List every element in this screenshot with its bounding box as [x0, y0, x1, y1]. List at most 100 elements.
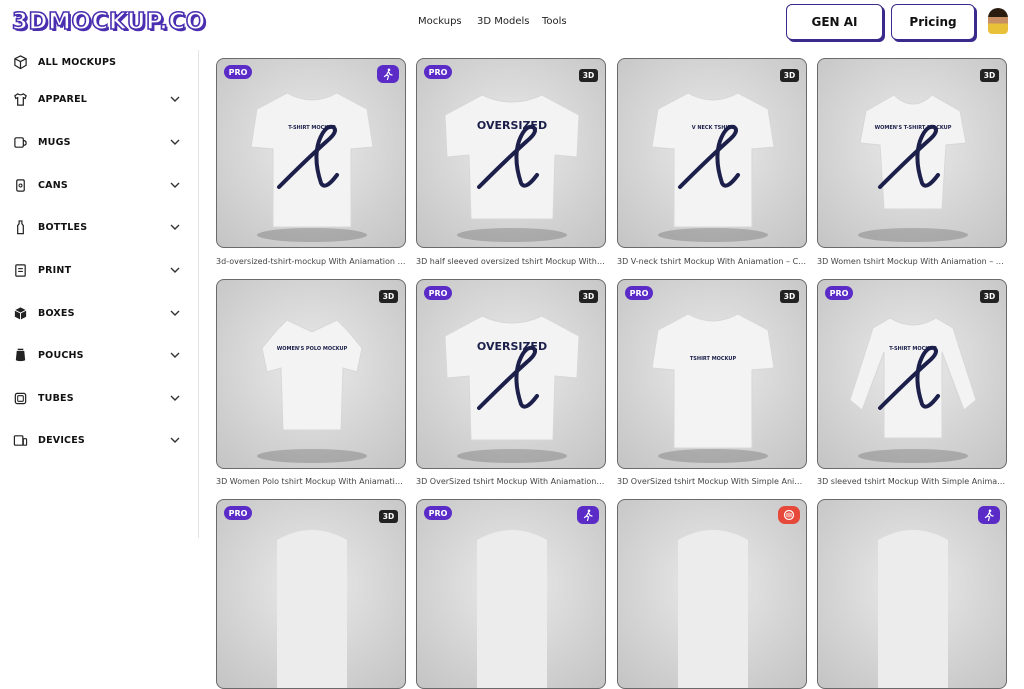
logo[interactable]: 3DMOCKUP.CO [11, 8, 206, 36]
print-icon [12, 262, 28, 278]
3d-badge: 3D [980, 69, 999, 82]
box-icon [12, 305, 28, 321]
mockup-card[interactable]: WOMEN'S T-SHIRT MOCKUP 3D [817, 58, 1007, 248]
tshirt-image [277, 530, 347, 688]
mockup-caption[interactable]: 3D OverSized tshirt Mockup With Simple A… [617, 477, 807, 486]
mockup-caption[interactable]: 3D half sleeved oversized tshirt Mockup … [416, 257, 606, 266]
cube-icon [12, 54, 28, 70]
3d-badge: 3D [579, 290, 598, 303]
mockup-card[interactable]: PRO 3D [216, 499, 406, 689]
tshirt-image [444, 315, 580, 463]
sidebar-item-label: BOTTLES [38, 221, 88, 233]
3d-badge: 3D [780, 290, 799, 303]
pro-badge: PRO [224, 65, 252, 79]
sidebar-item-label: DEVICES [38, 434, 85, 446]
walking-icon [978, 506, 1000, 524]
chevron-down-icon [170, 395, 180, 401]
3d-badge: 3D [579, 69, 598, 82]
sidebar-item-label: ALL MOCKUPS [38, 56, 117, 68]
mockup-caption[interactable]: 3D Women Polo tshirt Mockup With Aniamat… [216, 477, 406, 486]
3d-badge: 3D [379, 510, 398, 523]
chevron-down-icon [170, 267, 180, 273]
shirt-print-text: TSHIRT MOCKUP [689, 356, 737, 362]
chevron-down-icon [170, 310, 180, 316]
sidebar-item-label: CANS [38, 179, 68, 191]
3d-badge: 3D [780, 69, 799, 82]
tshirt-image [878, 530, 948, 688]
tshirt-image [257, 319, 367, 463]
mockup-card[interactable] [617, 499, 807, 689]
sidebar-item-label: POUCHS [38, 349, 84, 361]
sidebar-item-tubes[interactable]: TUBES [12, 388, 187, 408]
mockup-caption[interactable]: 3D sleeved tshirt Mockup With Simple Ani… [817, 477, 1007, 486]
sidebar-item-label: APPAREL [38, 93, 88, 105]
chevron-down-icon [170, 437, 180, 443]
pro-badge: PRO [424, 506, 452, 520]
mockup-card[interactable] [817, 499, 1007, 689]
mockup-card[interactable]: T-SHIRT MOCKUP PRO [216, 58, 406, 248]
tube-icon [12, 390, 28, 406]
chevron-down-icon [170, 352, 180, 358]
sidebar-item-cans[interactable]: CANS [12, 175, 187, 195]
sidebar-item-apparel[interactable]: APPAREL [12, 89, 187, 109]
nav-tools[interactable]: Tools [542, 16, 567, 27]
sidebar-item-label: MUGS [38, 136, 71, 148]
pro-badge: PRO [625, 286, 653, 300]
walking-icon [577, 506, 599, 524]
tshirt-image [444, 94, 580, 242]
sidebar-item-devices[interactable]: DEVICES [12, 430, 187, 450]
sidebar-item-label: PRINT [38, 264, 72, 276]
sidebar-item-print[interactable]: PRINT [12, 260, 187, 280]
can-icon [12, 177, 28, 193]
bottle-icon [12, 219, 28, 235]
mockup-card[interactable]: WOMEN'S POLO MOCKUP 3D [216, 279, 406, 469]
mockup-caption[interactable]: 3D V-neck tshirt Mockup With Aniamation … [617, 257, 807, 266]
nav-3d-models[interactable]: 3D Models [477, 16, 529, 27]
devices-icon [12, 432, 28, 448]
sidebar-item-bottles[interactable]: BOTTLES [12, 217, 187, 237]
shirt-print-text: T-SHIRT MOCKUP [889, 346, 937, 352]
chevron-down-icon [170, 96, 180, 102]
shirt-print-text: OVERSIZED [476, 340, 548, 353]
mockup-caption[interactable]: 3d-oversized-tshirt-mockup With Aniamati… [216, 257, 406, 266]
mockup-card[interactable]: OVERSIZED PRO 3D [416, 279, 606, 469]
tshirt-image [477, 530, 547, 688]
sidebar-item-label: BOXES [38, 307, 75, 319]
mockup-card[interactable]: V NECK TSHIRT 3D [617, 58, 807, 248]
tshirt-image [678, 530, 748, 688]
mockup-card[interactable]: PRO [416, 499, 606, 689]
shirt-print-text: V NECK TSHIRT [691, 125, 735, 131]
shirt-print-text: OVERSIZED [476, 119, 548, 132]
pro-badge: PRO [825, 286, 853, 300]
mug-icon [12, 134, 28, 150]
mockup-card[interactable]: OVERSIZED PRO 3D [416, 58, 606, 248]
tshirt-image [651, 92, 775, 242]
tshirt-image [651, 313, 775, 463]
mockup-card[interactable]: TSHIRT MOCKUP PRO 3D [617, 279, 807, 469]
sidebar-item-label: TUBES [38, 392, 74, 404]
ar-icon [778, 506, 800, 524]
mockup-card[interactable]: T-SHIRT MOCKUP PRO 3D [817, 279, 1007, 469]
pricing-button[interactable]: Pricing [891, 4, 975, 40]
sidebar-item-pouchs[interactable]: POUCHS [12, 345, 187, 365]
sidebar-item-all-mockups[interactable]: ALL MOCKUPS [12, 52, 187, 72]
chevron-down-icon [170, 224, 180, 230]
shirt-print-text: WOMEN'S POLO MOCKUP [276, 346, 348, 352]
gen-ai-button[interactable]: GEN AI [786, 4, 883, 40]
nav-mockups[interactable]: Mockups [418, 16, 462, 27]
3d-badge: 3D [379, 290, 398, 303]
pro-badge: PRO [424, 286, 452, 300]
sidebar-item-mugs[interactable]: MUGS [12, 132, 187, 152]
shirt-print-text: WOMEN'S T-SHIRT MOCKUP [874, 125, 952, 131]
sidebar: ALL MOCKUPS APPAREL MUGS CANS BOTTLES PR… [0, 50, 199, 538]
avatar[interactable] [988, 8, 1008, 34]
top-bar: 3DMOCKUP.CO Mockups 3D Models Tools GEN … [0, 0, 1024, 50]
mockup-caption[interactable]: 3D OverSized tshirt Mockup With Aniamati… [416, 477, 606, 486]
tshirt-image [849, 317, 977, 463]
mockup-caption[interactable]: 3D Women tshirt Mockup With Aniamation –… [817, 257, 1007, 266]
sidebar-item-boxes[interactable]: BOXES [12, 303, 187, 323]
tshirt-icon [12, 91, 28, 107]
chevron-down-icon [170, 139, 180, 145]
pro-badge: PRO [224, 506, 252, 520]
tshirt-image [250, 92, 374, 242]
